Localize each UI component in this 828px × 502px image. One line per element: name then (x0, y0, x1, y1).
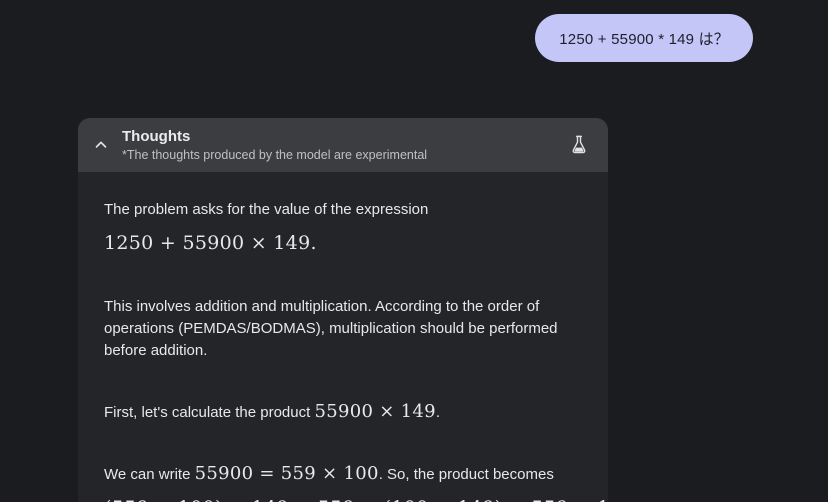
thoughts-content: The problem asks for the value of the ex… (78, 172, 608, 502)
flask-icon (570, 135, 588, 155)
thought-text: This involves addition and multiplicatio… (104, 298, 558, 359)
thoughts-disclaimer: *The thoughts produced by the model are … (122, 148, 570, 163)
thoughts-panel: Thoughts *The thoughts produced by the m… (78, 118, 608, 502)
user-message-text: 1250 + 55900 * 149 は？ (559, 28, 729, 49)
thought-paragraph: First, let's calculate the product 55900… (104, 402, 582, 424)
thought-text: . So, the product becomes (379, 466, 554, 483)
thought-text: The problem asks for the value of the ex… (104, 201, 428, 218)
thought-paragraph: The problem asks for the value of the ex… (104, 199, 582, 256)
thought-text: We can write (104, 466, 195, 483)
user-message-bubble: 1250 + 55900 * 149 は？ (535, 14, 753, 62)
chevron-up-icon[interactable] (92, 136, 110, 154)
thought-paragraph: This involves addition and multiplicatio… (104, 296, 582, 362)
thoughts-title: Thoughts (122, 128, 570, 145)
chat-page: { "colors": { "page_bg": "#1b1c1f", "pan… (0, 0, 828, 502)
thoughts-header-titles: Thoughts *The thoughts produced by the m… (122, 128, 570, 163)
math-expression: 55900 = 559 × 100 (195, 463, 379, 484)
math-expression: 1250 + 55900 × 149. (104, 230, 582, 256)
math-expression: 55900 × 149 (314, 401, 435, 422)
thought-text: First, let's calculate the product (104, 404, 314, 421)
thoughts-header[interactable]: Thoughts *The thoughts produced by the m… (78, 118, 608, 172)
thought-paragraph: We can write 55900 = 559 × 100. So, the … (104, 464, 582, 502)
math-expression: (559 × 100) × 149 = 559 × (100 × 149) = … (104, 495, 582, 502)
thought-text: . (436, 404, 440, 421)
